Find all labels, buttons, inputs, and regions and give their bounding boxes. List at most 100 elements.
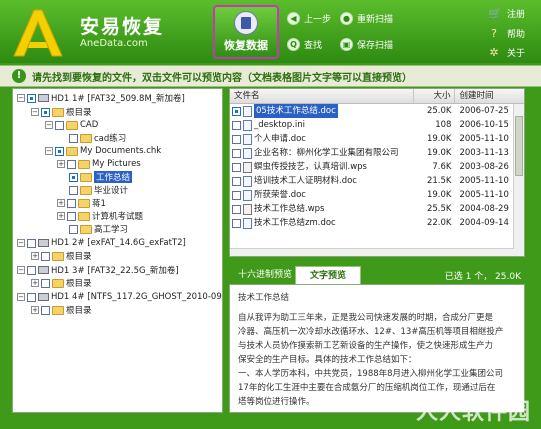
folder-icon — [80, 185, 92, 195]
tree-node-hd1-1[interactable]: − HD1 1# [FAT32_509.8M_新加卷] — [17, 92, 185, 104]
help-link[interactable]: ? 帮助 — [488, 27, 525, 40]
tree-label: My Documents.chk — [80, 146, 162, 156]
checkbox[interactable] — [232, 218, 241, 228]
checkbox[interactable] — [69, 133, 78, 143]
table-row[interactable]: 培训技术工人证明材料.doc 21.5K 2005-11-10 — [230, 174, 524, 188]
find-button[interactable]: Q 查找 — [287, 38, 322, 51]
checkbox[interactable] — [232, 190, 241, 200]
back-button[interactable]: ◀ 上一步 — [287, 12, 331, 25]
tree-node-cad[interactable]: − CAD — [45, 119, 98, 131]
tree-node-hd1-2[interactable]: − HD1 2# [exFAT_14.6G_exFatT2] — [17, 237, 186, 249]
tree-node-hd1-4[interactable]: − HD1 4# [NTFS_117.2G_GHOST_2010-09-03] — [17, 291, 222, 303]
checkbox[interactable] — [232, 162, 241, 172]
checkbox[interactable] — [27, 93, 36, 103]
file-name-cell: _desktop.ini — [230, 118, 414, 132]
horizontal-scrollbar[interactable] — [230, 248, 514, 256]
column-name[interactable]: 文件名 — [230, 89, 414, 103]
checkbox[interactable] — [41, 305, 50, 315]
table-row[interactable]: 企业名称：柳州化学工业集团有限公司 19.0K 2003-11-13 — [230, 146, 524, 160]
checkbox[interactable] — [69, 185, 78, 195]
register-link[interactable]: 🛒 注册 — [488, 7, 525, 20]
tree-node-work-summary[interactable]: 工作总结 — [69, 171, 133, 183]
tree-node-my-documents[interactable]: − My Documents.chk — [45, 145, 161, 157]
tree-node-hd1-3[interactable]: − HD1 3# [FAT32_22.5G_新加卷] — [17, 264, 179, 276]
tree-label: CAD — [80, 120, 99, 130]
tab-hex-preview[interactable]: 十六进制预览 — [237, 266, 293, 284]
preview-line: 冷器、高压机一次冷却水改循环水、12#、13#高压机等项目相继投产 — [238, 327, 504, 337]
table-row[interactable]: 05技术工作总结.doc 25.0K 2006-07-25 — [230, 104, 524, 118]
back-label: 上一步 — [304, 15, 332, 25]
expand-icon[interactable]: + — [31, 279, 39, 287]
checkbox[interactable] — [27, 238, 36, 248]
checkbox[interactable] — [67, 159, 76, 169]
expand-icon[interactable]: + — [57, 212, 65, 220]
checkbox[interactable] — [232, 134, 241, 144]
tree-node-root-4[interactable]: + 根目录 — [31, 304, 92, 316]
tree-node-jiang1[interactable]: + 蒋1 — [57, 197, 106, 209]
table-row[interactable]: _desktop.ini 108 2006-10-15 — [230, 118, 524, 132]
vertical-scrollbar[interactable] — [513, 104, 524, 256]
collapse-icon[interactable]: − — [17, 266, 25, 274]
checkbox[interactable] — [67, 198, 76, 208]
tree-node-exam[interactable]: + 计算机考试题 — [57, 210, 143, 222]
tree-node-cad-practice[interactable]: cad练习 — [69, 132, 126, 144]
recover-data-button[interactable]: 恢复数据 — [213, 5, 279, 59]
table-row[interactable]: 技术工作总结zm.doc 22.0K 2004-09-14 — [230, 216, 524, 230]
preview-line: 17年的化工生涯中主要在合成氨分厂的压缩机岗位工作，现通过后在 — [238, 383, 496, 393]
scroll-thumb[interactable] — [515, 116, 523, 176]
checkbox[interactable] — [232, 176, 241, 186]
file-size: 19.0K — [426, 190, 452, 200]
collapse-icon[interactable]: − — [31, 108, 39, 116]
file-size: 25.0K — [426, 106, 452, 116]
help-label: 帮助 — [507, 30, 526, 40]
tab-text-preview[interactable]: 文字预览 — [295, 266, 361, 284]
tree-node-root[interactable]: − 根目录 — [31, 106, 92, 118]
save-scan-button[interactable]: ▣ 保存扫描 — [340, 38, 393, 51]
about-link[interactable]: ✲ 关于 — [488, 46, 525, 59]
table-row[interactable]: 技术工作总结.wps 25.5K 2004-08-29 — [230, 202, 524, 216]
file-list[interactable]: 文件名 大小 创建时间 05技术工作总结.doc 25.0K 2006-07-25 _… — [229, 88, 525, 257]
column-size[interactable]: 大小 — [414, 89, 456, 103]
tree-node-graduation[interactable]: 毕业设计 — [69, 184, 128, 196]
checkbox[interactable] — [69, 172, 78, 182]
tree-node-my-pictures[interactable]: + My Pictures — [57, 158, 141, 170]
search-icon: Q — [287, 38, 300, 51]
expand-icon[interactable]: + — [57, 199, 65, 207]
preview-line: 保安全的生产目标。具体的技术工作总结如下： — [238, 355, 417, 365]
tree-node-root-2[interactable]: + 根目录 — [31, 250, 92, 262]
expand-icon[interactable]: + — [57, 160, 65, 168]
table-row[interactable]: 螟虫传授技艺，认真培训.wps 7.6K 2003-08-26 — [230, 160, 524, 174]
checkbox[interactable] — [41, 107, 50, 117]
checkbox[interactable] — [27, 265, 36, 275]
column-date[interactable]: 创建时间 — [455, 89, 524, 103]
table-row[interactable]: 个人申请.doc 19.0K 2005-11-10 — [230, 132, 524, 146]
checkbox[interactable] — [67, 211, 76, 221]
rescan-button[interactable]: ● 重新扫描 — [340, 12, 393, 25]
collapse-icon[interactable]: − — [17, 239, 25, 247]
checkbox[interactable] — [27, 292, 36, 302]
checkbox[interactable] — [69, 224, 78, 234]
table-row[interactable]: 所获荣誉.doc 19.0K 2005-11-10 — [230, 188, 524, 202]
collapse-icon[interactable]: − — [17, 94, 25, 102]
collapse-icon[interactable]: − — [45, 121, 53, 129]
register-label: 注册 — [507, 10, 526, 20]
collapse-icon[interactable]: − — [17, 293, 25, 301]
preview-line: 一、本人学历本科，中共党员，1988年8月进入柳州化学工业集团公司 — [238, 369, 504, 379]
folder-tree[interactable]: − HD1 1# [FAT32_509.8M_新加卷] − 根目录 − CAD … — [12, 88, 223, 413]
checkbox[interactable] — [232, 204, 241, 214]
file-name: 技术工作总结zm.doc — [254, 218, 336, 228]
folder-icon — [66, 120, 78, 130]
tree-node-senior[interactable]: 高工学习 — [69, 223, 128, 235]
checkbox[interactable] — [55, 146, 64, 156]
checkbox[interactable] — [232, 148, 241, 158]
checkbox[interactable] — [232, 106, 241, 116]
expand-icon[interactable]: + — [31, 306, 39, 314]
tree-node-root-3[interactable]: + 根目录 — [31, 277, 92, 289]
checkbox[interactable] — [55, 120, 64, 130]
collapse-icon[interactable]: − — [45, 147, 53, 155]
checkbox[interactable] — [41, 251, 50, 261]
tree-label: 根目录 — [66, 252, 92, 262]
checkbox[interactable] — [41, 278, 50, 288]
expand-icon[interactable]: + — [31, 252, 39, 260]
checkbox[interactable] — [232, 120, 241, 130]
